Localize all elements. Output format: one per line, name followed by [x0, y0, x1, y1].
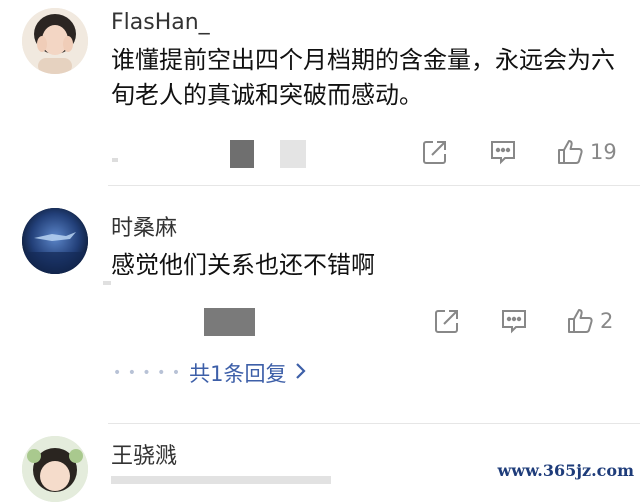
comment-item: FlasHan_ 谁懂提前空出四个月档期的含金量，永远会为六旬老人的真诚和突破而… [0, 0, 640, 185]
comment-button[interactable] [500, 308, 528, 334]
username[interactable]: 王骁溅 [111, 438, 177, 470]
comment-item: 时桑麻 感觉他们关系也还不错啊 2 • • • • • 共1条回复 [0, 186, 640, 422]
action-bar: 2 [0, 304, 640, 340]
like-count: 2 [600, 309, 614, 333]
comment-icon [489, 139, 517, 165]
like-button[interactable]: 19 [556, 138, 617, 166]
share-button[interactable] [422, 139, 448, 165]
avatar[interactable] [22, 8, 88, 74]
username[interactable]: FlasHan_ [111, 10, 210, 35]
redacted-block [204, 308, 255, 336]
share-button[interactable] [434, 308, 460, 334]
comment-button[interactable] [489, 139, 517, 165]
action-bar: 19 [0, 136, 640, 172]
like-count: 19 [590, 140, 617, 164]
share-icon [434, 308, 460, 334]
comment-text: 谁懂提前空出四个月档期的含金量，永远会为六旬老人的真诚和突破而感动。 [111, 46, 615, 109]
replies-label: 共1条回复 [189, 362, 287, 386]
view-replies-link[interactable]: • • • • • 共1条回复 [113, 358, 307, 388]
username[interactable]: 时桑麻 [111, 210, 177, 242]
dotted-separator: • • • • • [113, 365, 182, 381]
truncated-text [111, 476, 331, 484]
watermark: www.365jz.com [497, 461, 634, 480]
comment-text: 感觉他们关系也还不错啊 [111, 251, 375, 279]
like-icon [556, 138, 584, 166]
like-button[interactable]: 2 [566, 307, 613, 335]
redacted-block [280, 140, 306, 168]
avatar[interactable] [22, 208, 88, 274]
share-icon [422, 139, 448, 165]
redacted-block [103, 281, 111, 285]
redacted-block [112, 158, 118, 162]
comment-icon [500, 308, 528, 334]
redacted-block [230, 140, 254, 168]
chevron-right-icon [294, 361, 307, 385]
avatar[interactable] [22, 436, 88, 502]
like-icon [566, 307, 594, 335]
